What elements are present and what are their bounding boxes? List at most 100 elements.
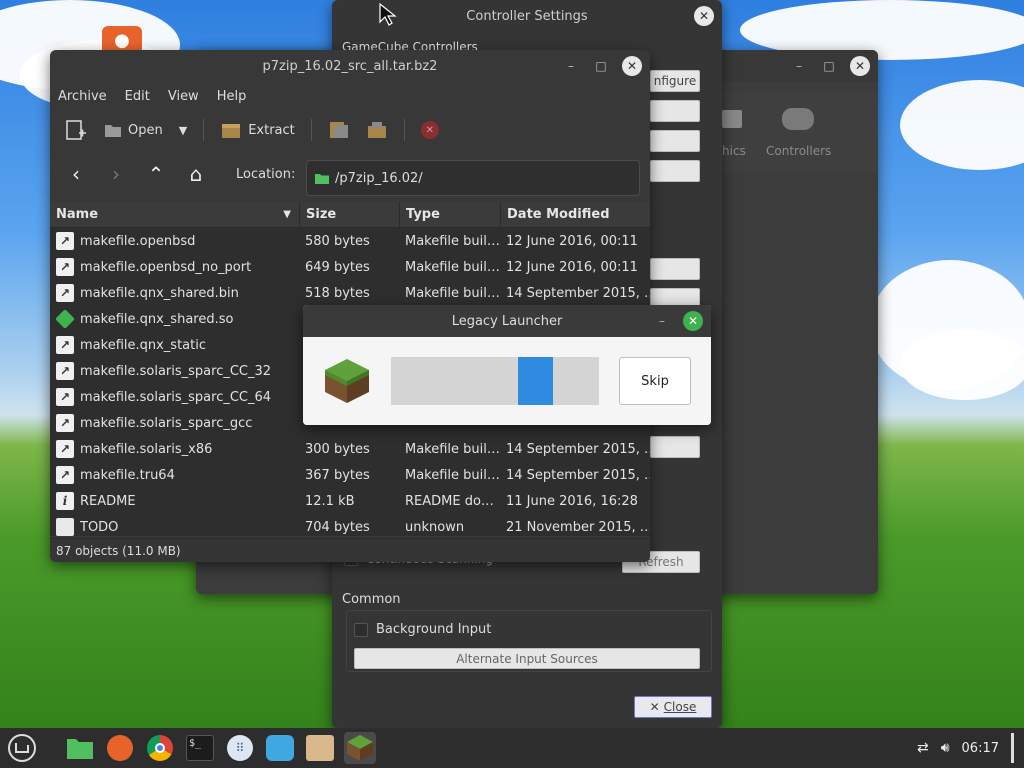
close-icon[interactable]: ✕: [694, 6, 714, 26]
file-type: README do…: [405, 493, 494, 509]
apps-icon: ⠿: [227, 735, 253, 761]
file-name: makefile.openbsd_no_port: [80, 259, 252, 275]
toolbar-separator: [403, 119, 405, 141]
dolphin-icon: [266, 735, 294, 761]
configure-button[interactable]: [650, 100, 700, 122]
maximize-icon[interactable]: □: [820, 57, 838, 75]
location-field[interactable]: /p7zip_16.02/: [306, 160, 640, 196]
maximize-icon[interactable]: □: [592, 57, 610, 75]
makefile-icon: ↗: [56, 362, 74, 380]
configure-button[interactable]: [650, 130, 700, 152]
up-icon[interactable]: ⌃: [138, 158, 174, 190]
file-name: TODO: [80, 519, 119, 535]
controllers-tool-label[interactable]: Controllers: [766, 144, 831, 158]
menu-edit[interactable]: Edit: [125, 89, 150, 104]
minimize-icon[interactable]: –: [653, 312, 671, 330]
menu-help[interactable]: Help: [217, 89, 247, 104]
app-grid[interactable]: ⠿: [224, 732, 256, 764]
add-folder-button[interactable]: [362, 116, 392, 144]
column-type[interactable]: Type: [400, 202, 501, 227]
file-row[interactable]: i README 12.1 kB README do… 11 June 2016, 16…: [50, 488, 650, 514]
firefox-app[interactable]: [104, 732, 136, 764]
minecraft-launcher-app[interactable]: [344, 732, 376, 764]
file-type: Makefile buil…: [405, 467, 500, 483]
file-name: makefile.tru64: [80, 467, 175, 483]
back-toolbar: hics Controllers: [722, 92, 878, 172]
file-row[interactable]: ↗ makefile.tru64 367 bytes Makefile buil… 14…: [50, 462, 650, 488]
folder-app-icon: [67, 739, 93, 759]
background-input-checkbox[interactable]: [354, 622, 368, 637]
archive-app[interactable]: [304, 732, 336, 764]
start-menu-button[interactable]: [6, 732, 38, 764]
file-size: 367 bytes: [305, 467, 370, 483]
column-date[interactable]: Date Modified: [501, 202, 650, 227]
column-name[interactable]: Name ▼: [50, 202, 300, 227]
file-row[interactable]: ↗ makefile.openbsd 580 bytes Makefile buil……: [50, 228, 650, 254]
file-size: 518 bytes: [305, 285, 370, 301]
extract-icon: [222, 124, 241, 138]
toolbar-separator: [203, 119, 205, 141]
folder-icon: [315, 174, 329, 184]
menu-archive[interactable]: Archive: [58, 89, 107, 104]
minimize-icon[interactable]: –: [562, 57, 580, 75]
file-size: 580 bytes: [305, 233, 370, 249]
sort-arrow-icon: ▼: [283, 209, 291, 220]
files-app[interactable]: [64, 732, 96, 764]
menu-view[interactable]: View: [168, 89, 199, 104]
configure-button[interactable]: [650, 436, 700, 458]
stop-button[interactable]: ✕: [417, 116, 443, 144]
volume-icon[interactable]: 🔊︎: [941, 740, 950, 756]
close-icon[interactable]: ✕: [622, 56, 642, 76]
close-icon[interactable]: ✕: [683, 311, 703, 331]
close-icon[interactable]: ✕: [850, 56, 870, 76]
open-dropdown[interactable]: ▼: [175, 116, 191, 144]
add-files-button[interactable]: [324, 116, 354, 144]
stop-icon: ✕: [420, 121, 439, 139]
file-size: 649 bytes: [305, 259, 370, 275]
file-type: Makefile buil…: [405, 285, 500, 301]
extract-button[interactable]: Extract: [216, 116, 299, 144]
file-row[interactable]: TODO 704 bytes unknown 21 November 2015, …: [50, 514, 650, 536]
skip-button[interactable]: Skip: [619, 357, 691, 405]
file-date: 12 June 2016, 00:11: [506, 233, 638, 249]
open-button[interactable]: Open: [100, 116, 167, 144]
file-row[interactable]: ↗ makefile.qnx_shared.bin 518 bytes Makefil…: [50, 280, 650, 306]
makefile-icon: ↗: [56, 232, 74, 250]
alternate-input-sources-button[interactable]: Alternate Input Sources: [354, 648, 700, 669]
gamepad-icon: [782, 108, 814, 130]
file-name: makefile.qnx_shared.so: [80, 311, 234, 327]
mint-logo-icon: [8, 734, 36, 762]
add-files-icon: [329, 122, 348, 138]
file-row[interactable]: ↗ makefile.openbsd_no_port 649 bytes Makefi…: [50, 254, 650, 280]
show-desktop-button[interactable]: [1011, 733, 1014, 763]
background-input-option[interactable]: Background Input: [354, 622, 491, 637]
configure-button[interactable]: [650, 258, 700, 280]
toolbar: Open ▼ Extract ✕: [50, 110, 650, 150]
dropdown-arrow-icon: ▼: [178, 123, 188, 137]
column-size[interactable]: Size: [300, 202, 400, 227]
forward-icon[interactable]: ›: [98, 158, 134, 190]
terminal-icon: $_: [186, 735, 214, 761]
file-row[interactable]: ↗ makefile.solaris_x86 300 bytes Makefile b…: [50, 436, 650, 462]
dolphin-app[interactable]: [264, 732, 296, 764]
back-icon[interactable]: ‹: [58, 158, 94, 190]
close-button[interactable]: ✕ Close: [634, 696, 712, 718]
file-date: 12 June 2016, 00:11: [506, 259, 638, 275]
terminal-app[interactable]: $_: [184, 732, 216, 764]
toolbar-separator: [310, 119, 312, 141]
mouse-cursor-icon: [379, 2, 397, 26]
location-label: Location:: [236, 166, 296, 182]
window-title: p7zip_16.02_src_all.tar.bz2: [262, 58, 438, 74]
configure-button[interactable]: [650, 160, 700, 182]
graphics-tool-label[interactable]: hics: [722, 144, 746, 158]
new-archive-button[interactable]: [60, 116, 92, 144]
chrome-app[interactable]: [144, 732, 176, 764]
progress-bar: [391, 357, 599, 405]
clock[interactable]: 06:17: [962, 741, 999, 756]
configure-button[interactable]: nfigure: [650, 70, 700, 92]
minimize-icon[interactable]: –: [790, 57, 808, 75]
menu-bar: Archive Edit View Help: [50, 82, 650, 110]
network-icon[interactable]: ⇄: [917, 740, 929, 756]
home-icon[interactable]: ⌂: [178, 158, 214, 190]
makefile-icon: ↗: [56, 284, 74, 302]
